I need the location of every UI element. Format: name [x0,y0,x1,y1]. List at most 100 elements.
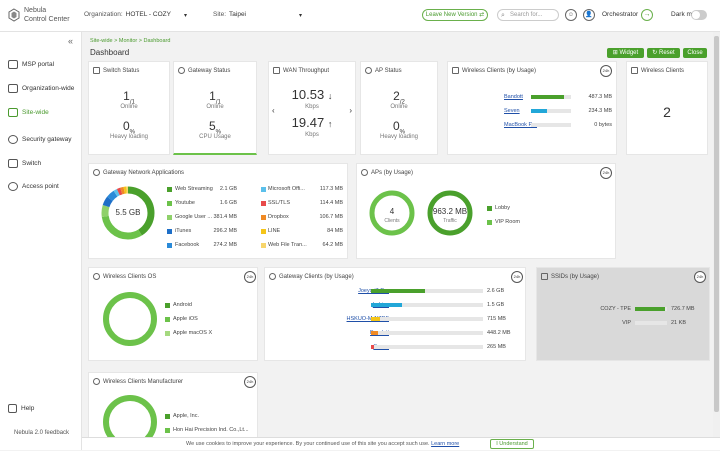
cpu-value: 5 [208,119,216,133]
brand-line1: Nebula [24,7,47,14]
legend-value: 64.2 MB [322,242,343,248]
sidebar-item-label: Security gateway [22,136,72,144]
reset-icon: ↻ [652,50,658,56]
site-chevron-down-icon[interactable]: ▾ [299,12,302,19]
site-selector[interactable]: Site: Taipei [213,11,246,18]
collapse-sidebar-icon[interactable]: « [68,36,73,46]
wireless-clients-icon [452,67,459,74]
sidebar-item-security-gateway[interactable]: Security gateway [8,135,72,144]
card-title-text: APs (by Usage) [371,170,414,177]
card-title-text: Wireless Clients Manufacturer [103,379,184,386]
widget-icon: ⊞ [612,50,618,56]
switch-online-count: 1/1 [89,89,169,105]
gateway-status-card[interactable]: Gateway Status 1/1 Online 5% CPU Usage [173,61,257,155]
search-input[interactable]: ⌕ Search for... [497,9,559,21]
cookie-message: We use cookies to improve your experienc… [186,441,430,447]
time-range-24h-icon[interactable]: 24h [244,271,256,283]
apps-pie-icon [93,169,100,176]
learn-more-link[interactable]: Learn more [431,441,459,447]
usage-bar [635,307,666,311]
legend-label: Facebook [175,242,200,248]
client-name-link[interactable]: Bandott [504,94,523,100]
sidebar-item-organization-wide[interactable]: Organization-wide [8,84,74,93]
wireless-clients-os-card[interactable]: Wireless Clients OS 24h Android Apple iOS… [88,267,258,361]
breadcrumb[interactable]: Site-wide > Monitor > Dashboard [90,38,170,44]
client-name-link[interactable]: Seven [504,108,520,114]
legend-label: Dropbox [268,214,289,220]
client-usage-value: 1.5 GB [487,302,505,308]
client-usage-value: 487.3 MB [588,94,612,100]
organization-selector[interactable]: Organization: HOTEL - COZY [84,11,171,18]
aps-traffic-value: 963.2 MB [432,207,468,216]
wireless-clients-card[interactable]: Wireless Clients 2 [626,61,708,155]
account-icon[interactable]: 👤 [583,9,595,21]
time-range-24h-icon[interactable]: 24h [600,65,612,77]
dark-mode-toggle[interactable] [691,10,707,20]
cpu-label: CPU Usage [199,134,231,140]
switch-status-card[interactable]: Switch Status 1/1 Online 0% Heavy loadin… [88,61,170,155]
close-button[interactable]: Close [683,48,707,58]
orchestrator-arrow-icon[interactable]: → [641,9,653,21]
ssid-icon [541,273,548,280]
accept-cookies-button[interactable]: I Understand [490,439,534,449]
gateway-online-count: 1/1 [174,89,256,105]
legend-swatch [165,303,170,308]
wireless-clients-usage-card[interactable]: Wireless Clients (by Usage) 24h Bandott 4… [447,61,617,155]
aps-usage-card[interactable]: APs (by Usage) 24h 4 Clients 963.2 MB Tr… [356,163,616,259]
cookie-text: We use cookies to improve your experienc… [186,441,459,447]
card-title: Gateway Network Applications [93,169,184,176]
card-title-text: Wireless Clients [641,68,685,75]
org-chevron-down-icon[interactable]: ▾ [184,12,187,19]
upload-value: 19.47 [291,115,325,130]
ap-status-card[interactable]: AP Status 2/2 Online 0% Heavy loading [360,61,438,155]
legend-value: 1.6 GB [219,200,237,206]
usage-bar-track [371,345,483,349]
legend-value: 117.3 MB [319,186,343,192]
time-range-24h-icon[interactable]: 24h [600,167,612,179]
feedback-link[interactable]: Nebula 2.0 feedback [14,430,69,436]
leave-new-version-button[interactable]: Leave New Version ⇄ [422,9,488,21]
heavy-value: 0 [392,119,400,133]
time-range-24h-icon[interactable]: 24h [244,376,256,388]
ssids-usage-card[interactable]: SSIDs (by Usage) 24h COZY - TPE 726.7 MB V… [536,267,710,361]
add-widget-button[interactable]: ⊞ Widget [607,48,644,58]
legend-label: Youtube [175,200,195,206]
aps-traffic-label: Traffic [443,218,457,224]
toggle-knob [692,11,700,19]
reset-button[interactable]: ↻ Reset [647,48,680,58]
sidebar-item-switch[interactable]: Switch [8,159,41,168]
help-link[interactable]: Help [8,404,34,413]
scrollbar-thumb[interactable] [714,36,719,412]
client-usage-value: 448.2 MB [487,330,511,336]
online-label: Online [390,104,408,110]
legend-swatch [165,317,170,322]
next-chevron-icon[interactable]: › [349,106,352,115]
support-icon[interactable]: ☺ [565,9,577,21]
ssid-usage-value: 21 KB [671,320,686,326]
time-range-24h-icon[interactable]: 24h [511,271,523,283]
usage-bar [371,317,380,321]
legend-label: Android [173,302,192,308]
gateway-clients-usage-card[interactable]: Gateway Clients (by Usage) 24h Joeys-i7-… [264,267,526,361]
sidebar-item-access-point[interactable]: Access point [8,182,59,191]
switch-icon [93,67,100,74]
wan-throughput-card[interactable]: WAN Throughput 10.53 ↓ Kbps 19.47 ↑ Kbps… [268,61,356,155]
card-title: Wireless Clients OS [93,273,156,280]
card-title-text: SSIDs (by Usage) [551,274,600,281]
sidebar-item-label: Organization-wide [22,85,75,93]
card-title-text: Gateway Network Applications [103,170,185,177]
sidebar-item-msp-portal[interactable]: MSP portal [8,60,54,69]
sidebar-item-site-wide[interactable]: Site-wide [8,108,49,117]
page-title: Dashboard [90,48,130,57]
gateway-apps-card[interactable]: Gateway Network Applications 5.5 GB Web … [88,163,348,259]
sidebar-item-label: Access point [22,183,59,191]
prev-chevron-icon[interactable]: ‹ [272,106,275,115]
help-label: Help [21,405,35,413]
online-value: 1 [209,89,216,103]
time-range-24h-icon[interactable]: 24h [694,271,706,283]
page-scrollbar[interactable] [713,32,720,450]
online-label: Online [206,104,224,110]
usage-bar [531,95,564,99]
leave-new-version-label: Leave New Version [425,12,478,18]
client-usage-value: 234.3 MB [588,108,612,114]
